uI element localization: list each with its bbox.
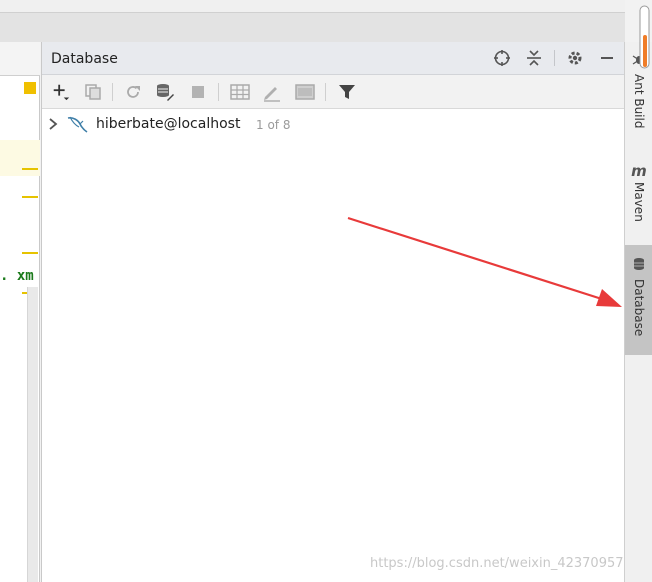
side-tab-label: Ant Build	[632, 74, 646, 129]
toolbar-separator	[325, 83, 326, 101]
change-marker	[22, 168, 38, 170]
datasource-name[interactable]: hiberbate@localhost	[96, 116, 240, 132]
toolbar-separator	[112, 83, 113, 101]
toolbar-separator	[218, 83, 219, 101]
editor-scrollbar[interactable]	[27, 287, 38, 582]
database-panel-header: Database	[42, 42, 625, 75]
database-toolbar	[42, 75, 625, 109]
refresh-icon[interactable]	[123, 82, 143, 102]
side-tab-maven[interactable]: m Maven	[625, 164, 652, 234]
mysql-dolphin-icon	[66, 115, 88, 135]
pencil-icon[interactable]	[262, 82, 282, 102]
change-marker	[22, 252, 38, 254]
datasource-count: 1 of 8	[256, 118, 291, 132]
editor-fragment[interactable]: . xm	[0, 42, 40, 582]
header-separator	[554, 50, 555, 66]
console-icon[interactable]	[295, 82, 315, 102]
database-panel: Database hiberbate@localhost 1 of 8	[41, 42, 625, 582]
change-marker	[22, 196, 38, 198]
editor-tab-strip	[0, 42, 40, 76]
database-icon	[633, 257, 645, 275]
editor-tabs-bar	[0, 12, 625, 42]
highlighted-line	[0, 140, 40, 176]
crosshair-icon[interactable]	[492, 48, 512, 68]
ide-window: . xm Database hiberbate@localhost 1 of 8…	[0, 0, 652, 582]
scroll-thumb[interactable]	[638, 5, 652, 69]
side-tab-database[interactable]: Database	[625, 245, 652, 355]
panel-title: Database	[51, 51, 118, 67]
top-strip	[0, 0, 625, 12]
add-icon[interactable]	[51, 82, 71, 102]
warning-marker[interactable]	[24, 82, 36, 94]
edit-datasource-icon[interactable]	[155, 82, 175, 102]
duplicate-icon[interactable]	[83, 82, 103, 102]
chevron-right-icon[interactable]	[46, 117, 60, 131]
side-tab-label: Database	[632, 279, 646, 337]
side-tab-label: Maven	[632, 182, 646, 222]
minimize-icon[interactable]	[597, 48, 617, 68]
tree-row[interactable]: hiberbate@localhost 1 of 8	[42, 112, 625, 138]
stop-icon[interactable]	[188, 82, 208, 102]
collapse-icon[interactable]	[524, 48, 544, 68]
maven-icon: m	[631, 162, 647, 180]
watermark: https://blog.csdn.net/weixin_42370957	[370, 556, 624, 571]
filter-icon[interactable]	[337, 82, 357, 102]
code-fragment: . xm	[0, 268, 34, 284]
gear-icon[interactable]	[565, 48, 585, 68]
table-icon[interactable]	[230, 82, 250, 102]
tool-window-strip: Ant Build m Maven Database	[624, 42, 652, 582]
